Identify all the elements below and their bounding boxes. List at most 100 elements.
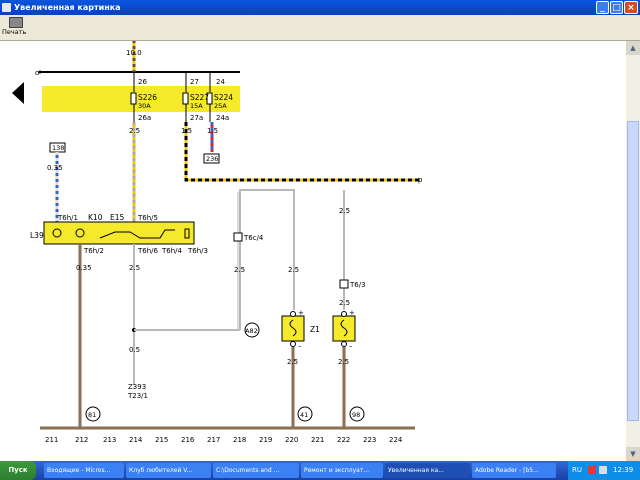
fuse-node-26: 26 <box>138 78 147 86</box>
bus-voltage-label: 10.0 <box>126 49 142 57</box>
z1-plus-terminal <box>290 311 296 317</box>
ref-236-label: 236 <box>206 155 218 163</box>
label-k10: K10 <box>88 213 103 222</box>
pin-t6h5: T6h/5 <box>137 214 158 222</box>
ref-t231: T23/1 <box>127 392 148 400</box>
prev-arrow-icon[interactable] <box>12 82 24 104</box>
conn-t63-label: T6/3 <box>349 281 366 289</box>
clock: 12:39 <box>613 466 634 474</box>
wire-25-t6h6-label: 2.5 <box>129 264 140 272</box>
z2-minus-label: – <box>349 342 353 350</box>
wire-s227-dash <box>184 122 420 182</box>
switch-module <box>43 221 195 245</box>
wire-25-z2-bottom-label: 2.5 <box>338 358 349 366</box>
vertical-scrollbar[interactable]: ▲ ▼ <box>626 41 640 461</box>
ruler-tick: 211 <box>45 436 58 444</box>
scroll-thumb[interactable] <box>627 121 639 421</box>
pin-t6h6: T6h/6 <box>137 247 159 255</box>
fuse-name-s227: S227 <box>190 93 209 102</box>
fuse-rating-s224: 25A <box>214 102 227 110</box>
ruler: 211 212 213 214 215 216 217 218 219 220 … <box>45 436 403 444</box>
taskbar: Пуск Входящие - Micros... Клуб любителей… <box>0 461 640 480</box>
wire-25-t63-label: 2.5 <box>339 299 350 307</box>
task-item-active[interactable]: Увеличенная ка... <box>385 463 470 478</box>
ref-z393: Z393 <box>128 383 146 391</box>
ruler-tick: 215 <box>155 436 168 444</box>
ruler-tick: 214 <box>129 436 143 444</box>
antivirus-icon[interactable] <box>588 466 596 474</box>
language-indicator[interactable]: RU <box>572 461 582 480</box>
toolbar: Печать <box>0 15 640 41</box>
task-item[interactable]: Adobe Reader - [b5... <box>472 463 556 478</box>
ref-p-label: p <box>418 176 423 184</box>
wiring-diagram: o 10.0 26 27 24 S226 30A S227 15A S224 2… <box>12 41 423 444</box>
fuse-name-s226: S226 <box>138 93 157 102</box>
ruler-tick: 220 <box>285 436 298 444</box>
pin-t6h4: T6h/4 <box>161 247 183 255</box>
z1-minus-label: – <box>298 342 302 350</box>
printer-icon <box>9 17 23 28</box>
wire-25-a82-label: 2.5 <box>234 266 245 274</box>
pin-t6h1: T6h/1 <box>57 214 78 222</box>
wire-a82-t6c4 <box>239 189 295 330</box>
z1-minus-terminal <box>290 341 296 347</box>
z2-plus-label: + <box>349 309 355 317</box>
z2-plus-terminal <box>341 311 347 317</box>
fuse-out-label-26a: 26a <box>138 114 151 122</box>
z1-label: Z1 <box>310 325 320 334</box>
fuse-node-24: 24 <box>216 78 225 86</box>
ruler-tick: 213 <box>103 436 116 444</box>
wire-s227-yellow <box>184 122 420 182</box>
task-item[interactable]: Входящие - Micros... <box>44 463 124 478</box>
task-item[interactable]: Клуб любителей V... <box>126 463 211 478</box>
maximize-button[interactable]: □ <box>610 1 623 14</box>
ground-41-label: 41 <box>300 411 308 419</box>
network-icon[interactable] <box>599 466 607 474</box>
ruler-tick: 217 <box>207 436 220 444</box>
z2-minus-terminal <box>341 341 347 347</box>
ref-138-label: 138 <box>52 144 64 152</box>
print-label: Печать <box>2 28 27 36</box>
z1-plus-label: + <box>298 309 304 317</box>
ruler-tick: 212 <box>75 436 88 444</box>
connector-t63 <box>339 279 349 289</box>
app-icon <box>2 3 11 12</box>
print-button[interactable]: Печать <box>2 16 28 39</box>
wire-035-bottom-label: 0.35 <box>76 264 92 272</box>
task-item[interactable]: C:\Documents and ... <box>213 463 299 478</box>
ground-98-label: 98 <box>352 411 360 419</box>
lamp-label-l39: L39 <box>30 231 44 240</box>
title-bar: Увеличенная картинка _ □ × <box>0 0 640 15</box>
fuse-name-s224: S224 <box>214 93 233 102</box>
wire-05-label: 0.5 <box>129 346 140 354</box>
fuse-out-label-27a: 27a <box>190 114 203 122</box>
system-tray: RU 12:39 <box>568 461 640 480</box>
fuse-rating-s226: 30A <box>138 102 151 110</box>
pin-t6h2: T6h/2 <box>83 247 104 255</box>
label-e15: E15 <box>110 213 125 222</box>
fuse-symbol-s226 <box>130 92 137 105</box>
pin-t6h3: T6h/3 <box>187 247 208 255</box>
ruler-tick: 219 <box>259 436 272 444</box>
window-title: Увеличенная картинка <box>14 3 121 12</box>
minimize-button[interactable]: _ <box>596 1 609 14</box>
scroll-down-icon[interactable]: ▼ <box>626 447 640 461</box>
node-a82-label: A82 <box>245 327 258 335</box>
ruler-tick: 216 <box>181 436 195 444</box>
wire-size-label-s226: 2.5 <box>129 127 140 135</box>
task-item[interactable]: Ремонт и эксплуат... <box>301 463 383 478</box>
ruler-tick: 223 <box>363 436 376 444</box>
fuse-symbol-s227 <box>182 92 189 105</box>
scroll-up-icon[interactable]: ▲ <box>626 41 640 55</box>
wire-25-t63-top-label: 2.5 <box>339 207 350 215</box>
fuse-out-label-24a: 24a <box>216 114 229 122</box>
wire-035-top-label: 0.35 <box>47 164 63 172</box>
wire-25-z1-bottom-label: 2.5 <box>287 358 298 366</box>
fuse-node-27: 27 <box>190 78 199 86</box>
wire-25-z1-top-label: 2.5 <box>288 266 299 274</box>
start-button[interactable]: Пуск <box>0 461 36 480</box>
conn-t6c4-label: T6c/4 <box>243 234 264 242</box>
wire-size-label-s224: 1.5 <box>207 127 218 135</box>
close-button[interactable]: × <box>624 1 638 14</box>
bus-terminal-label: o <box>35 69 39 77</box>
